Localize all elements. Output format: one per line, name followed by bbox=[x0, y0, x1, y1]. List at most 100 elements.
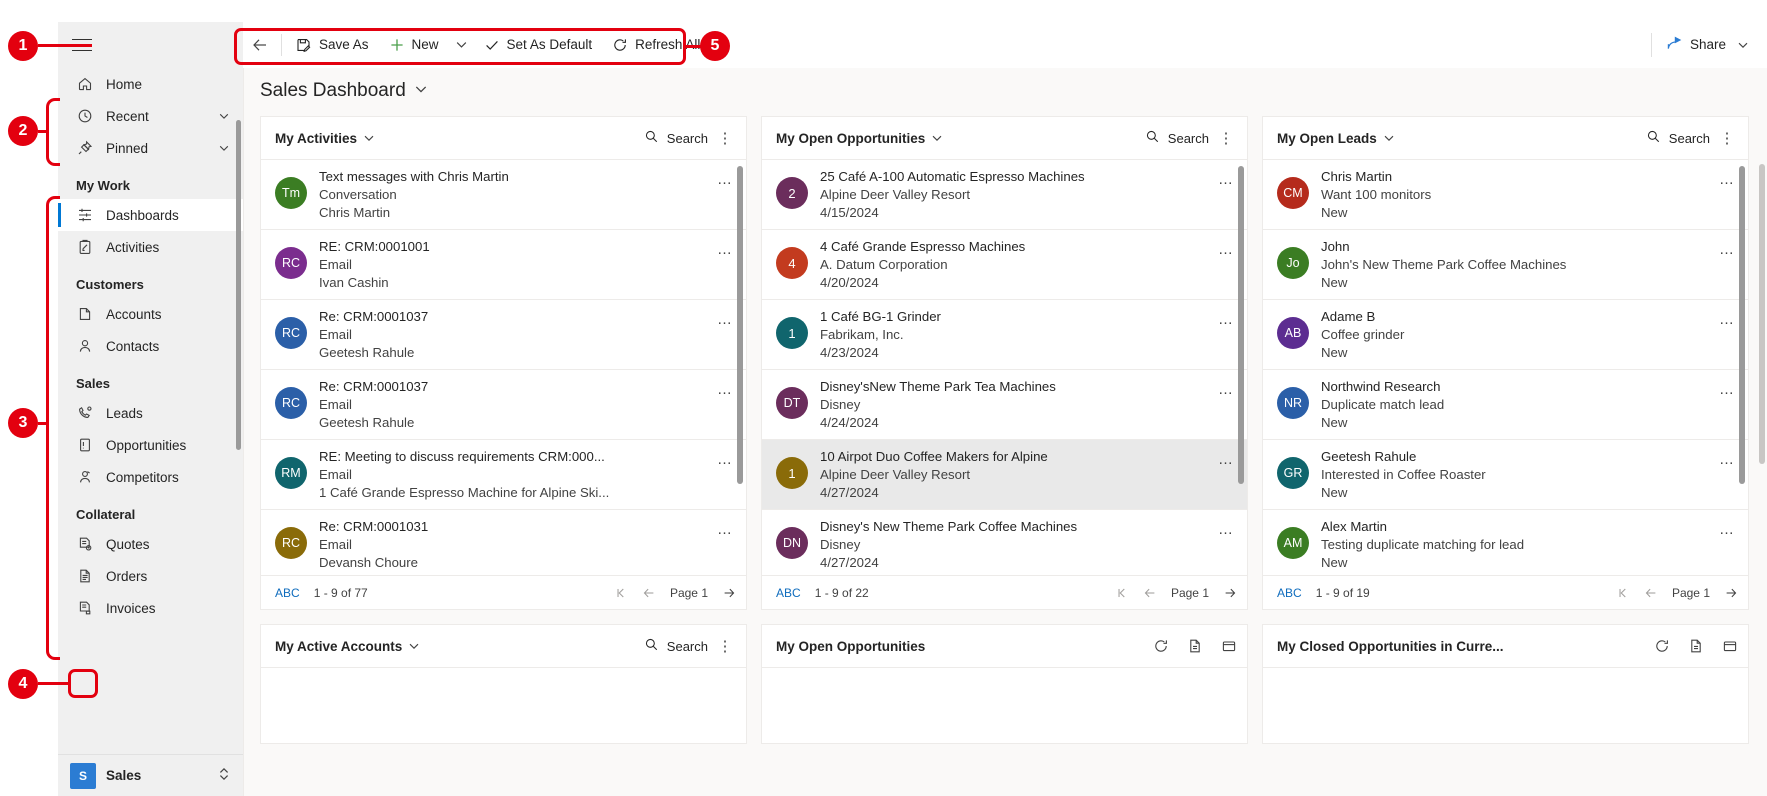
search-icon bbox=[644, 637, 659, 655]
list-item[interactable]: DT Disney'sNew Theme Park Tea Machines D… bbox=[762, 370, 1247, 440]
list-item[interactable]: 1 10 Airpot Duo Coffee Makers for Alpine… bbox=[762, 440, 1247, 510]
row-more-options-icon[interactable]: … bbox=[1715, 449, 1738, 468]
sidebar-item-activities[interactable]: Activities bbox=[58, 231, 243, 263]
page-title-chevron-down-icon[interactable] bbox=[414, 80, 428, 102]
chart-card-actions bbox=[1654, 638, 1738, 654]
sidebar-item-opportunities[interactable]: Opportunities bbox=[58, 429, 243, 461]
sidebar-item-quotes[interactable]: Quotes bbox=[58, 528, 243, 560]
row-more-options-icon[interactable]: … bbox=[713, 309, 736, 328]
sidebar-item-accounts[interactable]: Accounts bbox=[58, 298, 243, 330]
row-more-options-icon[interactable]: … bbox=[1715, 379, 1738, 398]
sidebar-item-pinned[interactable]: Pinned bbox=[58, 132, 243, 164]
previous-page-icon[interactable] bbox=[1143, 586, 1157, 600]
card-more-options-icon[interactable]: ⋮ bbox=[714, 129, 736, 147]
list-item[interactable]: RM RE: Meeting to discuss requirements C… bbox=[261, 440, 746, 510]
next-page-icon[interactable] bbox=[722, 586, 736, 600]
report-icon[interactable] bbox=[1187, 638, 1203, 654]
list-item[interactable]: NR Northwind Research Duplicate match le… bbox=[1263, 370, 1748, 440]
previous-page-icon[interactable] bbox=[1644, 586, 1658, 600]
sidebar-item-invoices[interactable]: Invoices bbox=[58, 592, 243, 624]
refresh-icon[interactable] bbox=[1654, 638, 1670, 654]
list-item[interactable]: 2 25 Café A-100 Automatic Espresso Machi… bbox=[762, 160, 1247, 230]
row-more-options-icon[interactable]: … bbox=[713, 379, 736, 398]
card-search-button[interactable]: Search bbox=[1145, 129, 1209, 147]
previous-page-icon[interactable] bbox=[642, 586, 656, 600]
page-title[interactable]: Sales Dashboard bbox=[244, 68, 1767, 112]
share-button[interactable]: Share bbox=[1662, 35, 1753, 55]
refresh-icon[interactable] bbox=[1153, 638, 1169, 654]
list-item[interactable]: 4 4 Café Grande Espresso Machines A. Dat… bbox=[762, 230, 1247, 300]
chevron-down-icon[interactable] bbox=[217, 142, 231, 154]
row-more-options-icon[interactable]: … bbox=[1214, 239, 1237, 258]
list-item[interactable]: Jo John John's New Theme Park Coffee Mac… bbox=[1263, 230, 1748, 300]
nav-scrollbar[interactable] bbox=[236, 120, 241, 450]
annotation-leader-4 bbox=[38, 682, 70, 685]
expand-icon[interactable] bbox=[1221, 638, 1237, 654]
report-icon[interactable] bbox=[1688, 638, 1704, 654]
pagination: Page 1 bbox=[1616, 586, 1738, 600]
card-title-chevron-down-icon[interactable] bbox=[408, 640, 420, 652]
list-item-secondary: Disney bbox=[820, 537, 861, 552]
row-more-options-icon[interactable]: … bbox=[1214, 309, 1237, 328]
list-item[interactable]: 1 1 Café BG-1 Grinder Fabrikam, Inc. 4/2… bbox=[762, 300, 1247, 370]
row-more-options-icon[interactable]: … bbox=[713, 519, 736, 538]
card-scrollbar[interactable] bbox=[737, 166, 743, 484]
sidebar-item-home[interactable]: Home bbox=[58, 68, 243, 100]
card-search-button[interactable]: Search bbox=[644, 129, 708, 147]
card-header: My Open Leads Search ⋮ bbox=[1263, 117, 1748, 159]
card-more-options-icon[interactable]: ⋮ bbox=[1716, 129, 1738, 147]
share-chevron-down-icon[interactable] bbox=[1737, 39, 1749, 51]
list-item[interactable]: AM Alex Martin Testing duplicate matchin… bbox=[1263, 510, 1748, 575]
row-more-options-icon[interactable]: … bbox=[1715, 519, 1738, 538]
list-item[interactable]: RC Re: CRM:0001037 Email Geetesh Rahule … bbox=[261, 300, 746, 370]
sidebar-item-recent[interactable]: Recent bbox=[58, 100, 243, 132]
index-abc-button[interactable]: ABC bbox=[275, 586, 300, 600]
sidebar-item-contacts[interactable]: Contacts bbox=[58, 330, 243, 362]
list-item[interactable]: Tm Text messages with Chris Martin Conve… bbox=[261, 160, 746, 230]
sidebar-item-competitors[interactable]: Competitors bbox=[58, 461, 243, 493]
card-scrollbar[interactable] bbox=[1238, 166, 1244, 484]
list-item[interactable]: RC Re: CRM:0001037 Email Geetesh Rahule … bbox=[261, 370, 746, 440]
row-more-options-icon[interactable]: … bbox=[1715, 169, 1738, 188]
list-item[interactable]: AB Adame B Coffee grinder New … bbox=[1263, 300, 1748, 370]
chevron-down-icon[interactable] bbox=[217, 110, 231, 122]
sidebar-item-leads[interactable]: Leads bbox=[58, 397, 243, 429]
first-page-icon[interactable] bbox=[1115, 586, 1129, 600]
app-switcher-icon[interactable] bbox=[217, 766, 231, 785]
index-abc-button[interactable]: ABC bbox=[776, 586, 801, 600]
row-more-options-icon[interactable]: … bbox=[1214, 519, 1237, 538]
row-more-options-icon[interactable]: … bbox=[1214, 169, 1237, 188]
row-more-options-icon[interactable]: … bbox=[1715, 309, 1738, 328]
list-item[interactable]: RC Re: CRM:0001031 Email Devansh Choure … bbox=[261, 510, 746, 575]
app-area-switcher[interactable]: S Sales bbox=[58, 754, 243, 796]
row-more-options-icon[interactable]: … bbox=[713, 239, 736, 258]
expand-icon[interactable] bbox=[1722, 638, 1738, 654]
card-search-button[interactable]: Search bbox=[644, 637, 708, 655]
row-more-options-icon[interactable]: … bbox=[713, 169, 736, 188]
list-item[interactable]: GR Geetesh Rahule Interested in Coffee R… bbox=[1263, 440, 1748, 510]
card-more-options-icon[interactable]: ⋮ bbox=[714, 637, 736, 655]
next-page-icon[interactable] bbox=[1724, 586, 1738, 600]
list-item-secondary: Email bbox=[319, 537, 352, 552]
row-more-options-icon[interactable]: … bbox=[1715, 239, 1738, 258]
row-more-options-icon[interactable]: … bbox=[1214, 449, 1237, 468]
list-item[interactable]: RC RE: CRM:0001001 Email Ivan Cashin … bbox=[261, 230, 746, 300]
card-more-options-icon[interactable]: ⋮ bbox=[1215, 129, 1237, 147]
annotation-box-5 bbox=[234, 28, 686, 65]
list-item[interactable]: DN Disney's New Theme Park Coffee Machin… bbox=[762, 510, 1247, 575]
page-scrollbar[interactable] bbox=[1759, 164, 1765, 464]
sidebar-item-dashboards[interactable]: Dashboards bbox=[58, 199, 243, 231]
index-abc-button[interactable]: ABC bbox=[1277, 586, 1302, 600]
card-title-chevron-down-icon[interactable] bbox=[1383, 132, 1395, 144]
card-title-chevron-down-icon[interactable] bbox=[363, 132, 375, 144]
row-more-options-icon[interactable]: … bbox=[1214, 379, 1237, 398]
list-item[interactable]: CM Chris Martin Want 100 monitors New … bbox=[1263, 160, 1748, 230]
card-title-chevron-down-icon[interactable] bbox=[931, 132, 943, 144]
row-more-options-icon[interactable]: … bbox=[713, 449, 736, 468]
first-page-icon[interactable] bbox=[1616, 586, 1630, 600]
card-scrollbar[interactable] bbox=[1739, 166, 1745, 484]
sidebar-item-orders[interactable]: Orders bbox=[58, 560, 243, 592]
card-search-button[interactable]: Search bbox=[1646, 129, 1710, 147]
next-page-icon[interactable] bbox=[1223, 586, 1237, 600]
first-page-icon[interactable] bbox=[614, 586, 628, 600]
